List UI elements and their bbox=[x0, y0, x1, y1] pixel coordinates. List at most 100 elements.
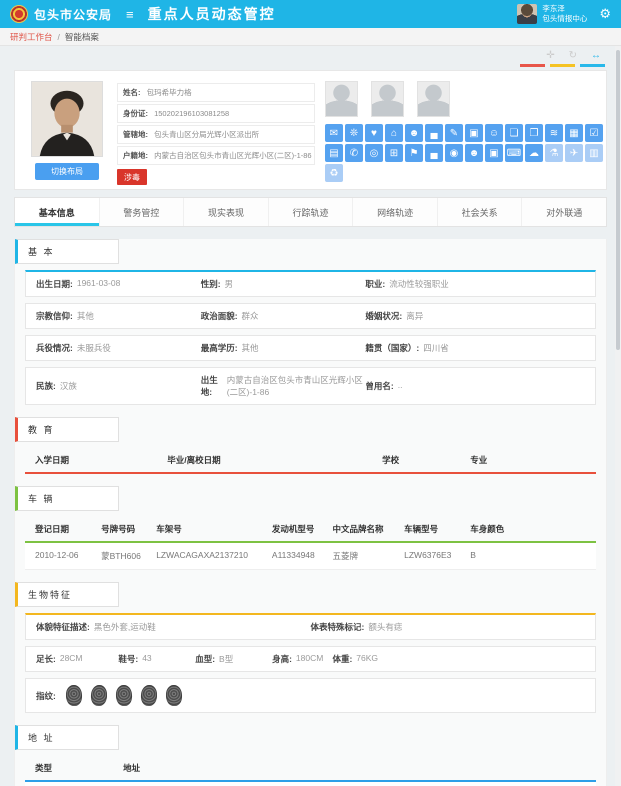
tab-network-track[interactable]: 网络轨迹 bbox=[353, 198, 438, 226]
home-icon[interactable]: ⌂ bbox=[385, 124, 403, 142]
engine-model-header: 发动机型号 bbox=[272, 523, 333, 535]
brand-name-value: 五菱牌 bbox=[333, 550, 405, 562]
car-icon[interactable]: ▣ bbox=[465, 124, 483, 142]
major-header: 专业 bbox=[470, 454, 586, 466]
hamburger-menu-icon[interactable]: ≡ bbox=[126, 7, 134, 22]
resource-icon-row-3: ♻ bbox=[325, 164, 603, 182]
weight-value: 76KG bbox=[356, 653, 378, 665]
fingerprint-label: 指纹: bbox=[36, 690, 56, 702]
gender-label: 性别: bbox=[201, 278, 221, 290]
comment-icon[interactable]: ✉ bbox=[325, 124, 343, 142]
occupation-label: 职业: bbox=[365, 278, 385, 290]
tab-movement-track[interactable]: 行踪轨迹 bbox=[269, 198, 354, 226]
heart-icon[interactable]: ♥ bbox=[365, 124, 383, 142]
bus-icon[interactable]: ▥ bbox=[585, 144, 603, 162]
profile-tabs: 基本信息 警务管控 现实表现 行踪轨迹 网络轨迹 社会关系 对外联通 bbox=[14, 197, 607, 227]
card-controls: ✛ ↻ ↔ bbox=[14, 46, 607, 68]
birth-date-label: 出生日期: bbox=[36, 278, 73, 290]
trash-icon[interactable]: ♻ bbox=[325, 164, 343, 182]
vin-value: LZWACAGAXA2137210 bbox=[156, 550, 272, 562]
native-place-label: 籍贯（国家）: bbox=[365, 342, 419, 354]
resource-icon-row-2: ▤ ✆ ◎ ⊞ ⚑ ▄ ◉ ☻ ▣ ⌨ ☁ ⚗ ✈ ▥ bbox=[325, 144, 603, 162]
weight-label: 体重: bbox=[332, 653, 352, 665]
paw-icon[interactable]: ❊ bbox=[345, 124, 363, 142]
bed-icon[interactable]: ▄ bbox=[425, 124, 443, 142]
user-info[interactable]: 李东泽 包头情报中心 bbox=[542, 4, 587, 24]
field-household: 户籍地: 内蒙古自治区包头市青山区光辉小区(二区)-1-86 bbox=[117, 146, 315, 165]
ethnicity-label: 民族: bbox=[36, 380, 56, 392]
address-table-header: 类型 地址 bbox=[25, 756, 596, 782]
users-icon[interactable]: ☻ bbox=[405, 124, 423, 142]
user-icon[interactable]: ☺ bbox=[485, 124, 503, 142]
fingerprint-image[interactable] bbox=[140, 684, 157, 706]
birth-date-value: 1961-03-08 bbox=[77, 278, 120, 290]
former-name-label: 曾用名: bbox=[365, 380, 393, 392]
flask-icon[interactable]: ⚗ bbox=[545, 144, 563, 162]
vehicle-table-header: 登记日期 号牌号码 车架号 发动机型号 中文品牌名称 车辆型号 车身颜色 bbox=[25, 517, 596, 543]
plane-icon[interactable]: ✈ bbox=[565, 144, 583, 162]
former-name-value: .. bbox=[398, 380, 403, 392]
breadcrumb-parent[interactable]: 研判工作台 bbox=[10, 31, 53, 43]
blood-type-value: B型 bbox=[219, 653, 233, 665]
phone-icon[interactable]: ✆ bbox=[345, 144, 363, 162]
wifi-icon[interactable]: ≋ bbox=[545, 124, 563, 142]
breadcrumb-separator: / bbox=[58, 32, 60, 42]
tab-police-control[interactable]: 警务管控 bbox=[100, 198, 185, 226]
refresh-icon[interactable]: ↻ bbox=[569, 50, 577, 61]
resize-icon[interactable]: ↔ bbox=[591, 50, 601, 61]
fingerprint-image[interactable] bbox=[115, 685, 132, 707]
basic-row-2: 宗教信仰:其他 政治面貌:群众 婚姻状况:离异 bbox=[25, 303, 596, 329]
religion-value: 其他 bbox=[77, 310, 94, 322]
file-icon[interactable]: ❏ bbox=[505, 124, 523, 142]
fingerprint-image[interactable] bbox=[65, 685, 82, 707]
political-status-value: 群众 bbox=[242, 310, 259, 322]
disc-icon[interactable]: ◉ bbox=[445, 144, 463, 162]
cloud-icon[interactable]: ☁ bbox=[525, 144, 543, 162]
enrollment-date-header: 入学日期 bbox=[35, 454, 167, 466]
fingerprint-image[interactable] bbox=[165, 685, 182, 707]
check-square-icon[interactable]: ☑ bbox=[585, 124, 603, 142]
expand-icon[interactable]: ✛ bbox=[546, 50, 554, 61]
birthplace-value: 内蒙古自治区包头市青山区光辉小区(二区)-1-86 bbox=[227, 374, 366, 398]
rss-icon[interactable]: ◎ bbox=[365, 144, 383, 162]
tab-basic-info[interactable]: 基本信息 bbox=[15, 198, 100, 226]
marital-status-value: 离异 bbox=[406, 310, 423, 322]
engine-model-value: A11334948 bbox=[272, 550, 333, 562]
gear-icon[interactable]: ⚙ bbox=[599, 6, 611, 22]
switch-layout-button[interactable]: 切换布局 bbox=[35, 163, 99, 180]
police-car-icon[interactable]: ▣ bbox=[485, 144, 503, 162]
keyboard-icon[interactable]: ⌨ bbox=[505, 144, 523, 162]
body-mark-value: 额头有痣 bbox=[368, 621, 402, 633]
military-service-label: 兵役情况: bbox=[36, 342, 73, 354]
app-title: 重点人员动态管控 bbox=[148, 4, 276, 24]
basic-row-1: 出生日期:1961-03-08 性别:男 职业:流动性较强职业 bbox=[25, 270, 596, 297]
appearance-desc-label: 体貌特征描述: bbox=[36, 621, 90, 633]
tab-external-contact[interactable]: 对外联通 bbox=[522, 198, 606, 226]
breadcrumb-current: 智能档案 bbox=[65, 31, 99, 43]
register-date-value: 2010-12-06 bbox=[35, 550, 101, 562]
tab-social-relations[interactable]: 社会关系 bbox=[438, 198, 523, 226]
id-card-icon[interactable]: ▤ bbox=[325, 144, 343, 162]
taxi-icon[interactable]: ⊞ bbox=[385, 144, 403, 162]
scrollbar-track bbox=[615, 46, 621, 786]
scrollbar-thumb[interactable] bbox=[616, 50, 620, 350]
hotel-icon[interactable]: ▄ bbox=[425, 144, 443, 162]
bank-icon[interactable]: ▦ bbox=[565, 124, 583, 142]
image-icon[interactable]: ❐ bbox=[525, 124, 543, 142]
police-badge-logo-icon bbox=[10, 5, 28, 23]
org-name: 包头市公安局 bbox=[34, 6, 112, 23]
user-circle-icon[interactable]: ☻ bbox=[465, 144, 483, 162]
height-label: 身高: bbox=[272, 653, 292, 665]
school-header: 学校 bbox=[382, 454, 470, 466]
tag-icon[interactable]: ⚑ bbox=[405, 144, 423, 162]
fingerprint-image[interactable] bbox=[90, 684, 107, 706]
top-header-bar: 包头市公安局 ≡ 重点人员动态管控 李东泽 包头情报中心 ⚙ bbox=[0, 0, 621, 28]
graduation-cap-icon[interactable]: ✎ bbox=[445, 124, 463, 142]
profile-card: 切换布局 姓名: 包玛希毕力格 身份证: 150202196103081258 … bbox=[14, 70, 607, 190]
tab-reality-performance[interactable]: 现实表现 bbox=[184, 198, 269, 226]
user-avatar[interactable] bbox=[517, 4, 537, 24]
education-level-label: 最高学历: bbox=[201, 342, 238, 354]
graduation-date-header: 毕业/离校日期 bbox=[167, 454, 382, 466]
blood-type-label: 血型: bbox=[195, 653, 215, 665]
photo-placeholder bbox=[417, 81, 450, 117]
